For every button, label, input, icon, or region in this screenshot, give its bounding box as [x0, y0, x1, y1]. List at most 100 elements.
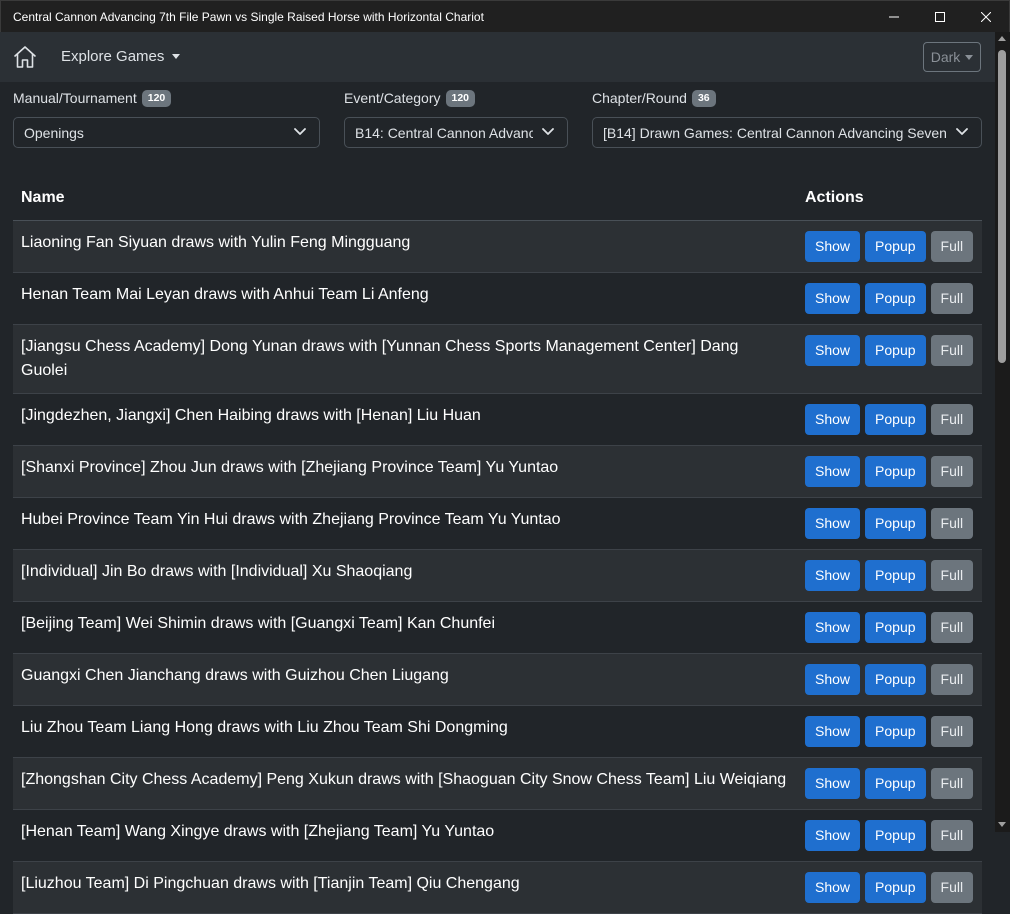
actions-cell: Show Popup Full	[797, 809, 982, 862]
manual-tournament-select[interactable]: Openings	[13, 117, 320, 148]
chevron-down-icon	[542, 128, 554, 135]
show-button[interactable]: Show	[805, 283, 861, 314]
close-icon	[981, 11, 991, 22]
show-button[interactable]: Show	[805, 664, 861, 695]
show-button[interactable]: Show	[805, 872, 861, 903]
full-button[interactable]: Full	[930, 664, 974, 695]
maximize-button[interactable]	[917, 1, 963, 33]
full-button[interactable]: Full	[930, 508, 974, 539]
table-row: [Jiangsu Chess Academy] Dong Yunan draws…	[13, 324, 982, 394]
count-badge: 120	[445, 90, 476, 107]
table-row: [Jingdezhen, Jiangxi] Chen Haibing draws…	[13, 393, 982, 446]
popup-button[interactable]: Popup	[865, 768, 926, 799]
game-name-cell: [Shanxi Province] Zhou Jun draws with [Z…	[13, 445, 797, 498]
close-button[interactable]	[963, 1, 1009, 33]
navbar: Explore Games Dark	[0, 32, 995, 82]
games-table: Name Actions Liaoning Fan Siyuan draws w…	[13, 175, 982, 914]
full-button[interactable]: Full	[930, 404, 974, 435]
actions-cell: Show Popup Full	[797, 861, 982, 914]
full-button[interactable]: Full	[930, 768, 974, 799]
full-button[interactable]: Full	[930, 335, 974, 366]
scroll-up-arrow-icon[interactable]	[998, 36, 1006, 41]
popup-button[interactable]: Popup	[865, 820, 926, 851]
explore-games-dropdown[interactable]: Explore Games	[61, 48, 181, 65]
popup-button[interactable]: Popup	[865, 231, 926, 262]
actions-cell: Show Popup Full	[797, 497, 982, 550]
show-button[interactable]: Show	[805, 560, 861, 591]
show-button[interactable]: Show	[805, 716, 861, 747]
actions-cell: Show Popup Full	[797, 324, 982, 394]
popup-button[interactable]: Popup	[865, 560, 926, 591]
popup-button[interactable]: Popup	[865, 716, 926, 747]
table-row: [Liuzhou Team] Di Pingchuan draws with […	[13, 861, 982, 914]
show-button[interactable]: Show	[805, 231, 861, 262]
popup-button[interactable]: Popup	[865, 335, 926, 366]
popup-button[interactable]: Popup	[865, 872, 926, 903]
game-name-cell: Liu Zhou Team Liang Hong draws with Liu …	[13, 705, 797, 758]
show-button[interactable]: Show	[805, 768, 861, 799]
full-button[interactable]: Full	[930, 716, 974, 747]
theme-dropdown-button[interactable]: Dark	[923, 42, 981, 72]
full-button[interactable]: Full	[930, 560, 974, 591]
full-button[interactable]: Full	[930, 612, 974, 643]
show-button[interactable]: Show	[805, 612, 861, 643]
home-icon	[14, 46, 36, 68]
game-name-cell: Liaoning Fan Siyuan draws with Yulin Fen…	[13, 220, 797, 273]
table-row: [Henan Team] Wang Xingye draws with [Zhe…	[13, 809, 982, 862]
game-name-cell: [Henan Team] Wang Xingye draws with [Zhe…	[13, 809, 797, 862]
full-button[interactable]: Full	[930, 231, 974, 262]
actions-cell: Show Popup Full	[797, 445, 982, 498]
games-table-body: Liaoning Fan Siyuan draws with Yulin Fen…	[13, 220, 982, 914]
table-row: [Shanxi Province] Zhou Jun draws with [Z…	[13, 445, 982, 498]
popup-button[interactable]: Popup	[865, 283, 926, 314]
filter-label-text: Manual/Tournament	[13, 90, 137, 107]
full-button[interactable]: Full	[930, 820, 974, 851]
minimize-button[interactable]	[871, 1, 917, 33]
actions-cell: Show Popup Full	[797, 549, 982, 602]
select-value: Openings	[24, 124, 84, 141]
count-badge: 120	[141, 90, 172, 107]
actions-cell: Show Popup Full	[797, 601, 982, 654]
actions-cell: Show Popup Full	[797, 393, 982, 446]
popup-button[interactable]: Popup	[865, 508, 926, 539]
game-name-cell: Hubei Province Team Yin Hui draws with Z…	[13, 497, 797, 550]
filter-label-text: Event/Category	[344, 90, 441, 107]
event-category-select[interactable]: B14: Central Cannon Advanc	[344, 117, 568, 148]
popup-button[interactable]: Popup	[865, 612, 926, 643]
table-header-row: Name Actions	[13, 175, 982, 221]
scroll-down-arrow-icon[interactable]	[998, 822, 1006, 827]
chevron-down-icon	[294, 128, 306, 135]
filter-label-text: Chapter/Round	[592, 90, 687, 107]
popup-button[interactable]: Popup	[865, 404, 926, 435]
show-button[interactable]: Show	[805, 508, 861, 539]
caret-down-icon	[965, 54, 974, 60]
table-row: Guangxi Chen Jianchang draws with Guizho…	[13, 653, 982, 706]
table-row: Liaoning Fan Siyuan draws with Yulin Fen…	[13, 220, 982, 273]
game-name-cell: [Zhongshan City Chess Academy] Peng Xuku…	[13, 757, 797, 810]
game-name-cell: [Beijing Team] Wei Shimin draws with [Gu…	[13, 601, 797, 654]
popup-button[interactable]: Popup	[865, 664, 926, 695]
count-badge: 36	[691, 90, 716, 107]
popup-button[interactable]: Popup	[865, 456, 926, 487]
game-name-cell: [Jiangsu Chess Academy] Dong Yunan draws…	[13, 324, 797, 394]
home-button[interactable]	[12, 45, 38, 69]
full-button[interactable]: Full	[930, 872, 974, 903]
game-name-cell: [Individual] Jin Bo draws with [Individu…	[13, 549, 797, 602]
show-button[interactable]: Show	[805, 335, 861, 366]
chapter-round-select[interactable]: [B14] Drawn Games: Central Cannon Advanc…	[592, 117, 982, 148]
explore-games-label: Explore Games	[61, 48, 165, 65]
actions-column-header: Actions	[797, 175, 982, 221]
theme-label: Dark	[930, 49, 961, 65]
game-name-cell: [Liuzhou Team] Di Pingchuan draws with […	[13, 861, 797, 914]
full-button[interactable]: Full	[930, 456, 974, 487]
scroll-thumb[interactable]	[998, 50, 1006, 363]
full-button[interactable]: Full	[930, 283, 974, 314]
table-row: [Individual] Jin Bo draws with [Individu…	[13, 549, 982, 602]
show-button[interactable]: Show	[805, 404, 861, 435]
table-row: [Beijing Team] Wei Shimin draws with [Gu…	[13, 601, 982, 654]
table-row: Henan Team Mai Leyan draws with Anhui Te…	[13, 272, 982, 325]
vertical-scrollbar[interactable]	[995, 32, 1010, 832]
actions-cell: Show Popup Full	[797, 272, 982, 325]
show-button[interactable]: Show	[805, 820, 861, 851]
show-button[interactable]: Show	[805, 456, 861, 487]
